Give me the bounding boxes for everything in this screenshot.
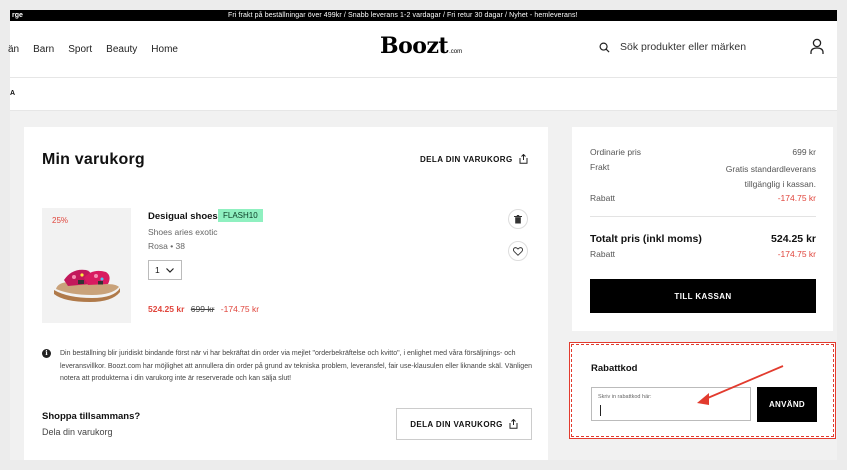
search-placeholder: Sök produkter eller märken — [620, 41, 747, 53]
nav-item-beauty[interactable]: Beauty — [106, 44, 137, 55]
discount-row-2: Rabatt -174.75 kr — [590, 249, 816, 259]
boozt-logo[interactable]: Boozt.com — [380, 33, 462, 59]
shop-together-subtitle: Dela din varukorg — [42, 427, 113, 437]
sub-header: A — [10, 78, 837, 111]
site-header: än Barn Sport Beauty Home Boozt.com Sök … — [8, 21, 837, 78]
product-name[interactable]: Shoes aries exotic — [148, 227, 217, 237]
total-value: 524.25 kr — [771, 233, 816, 245]
info-icon: i — [42, 349, 51, 358]
promo-input-placeholder: Skriv in rabattkod här: — [598, 394, 652, 400]
logo-suffix: .com — [449, 49, 463, 55]
share-cart-label: DELA DIN VARUKORG — [420, 154, 513, 164]
trash-icon — [514, 214, 522, 223]
price-row: 524.25 kr 699 kr -174.75 kr — [148, 304, 259, 314]
search-field[interactable]: Sök produkter eller märken — [599, 41, 746, 53]
text-caret — [600, 405, 601, 416]
order-info-text: Din beställning blir juridiskt bindande … — [60, 350, 532, 382]
shop-together-title: Shoppa tillsammans? — [42, 411, 141, 422]
chevron-down-icon — [165, 267, 174, 273]
shipping-row: Frakt Gratis standardleverans tillgängli… — [590, 162, 816, 192]
discount2-label: Rabatt — [590, 249, 616, 259]
ordinary-price-value: 699 kr — [792, 147, 816, 157]
shipping-value-line2: tillgänglig i kassan. — [744, 179, 816, 189]
checkout-button[interactable]: TILL KASSAN — [590, 279, 816, 313]
shipping-value: Gratis standardleverans tillgänglig i ka… — [726, 162, 816, 192]
shipping-label: Frakt — [590, 162, 610, 172]
discount2-value: -174.75 kr — [777, 249, 816, 259]
price-current: 524.25 kr — [148, 304, 185, 314]
quantity-value: 1 — [155, 265, 160, 275]
total-label: Totalt pris (inkl moms) — [590, 233, 702, 245]
sandal-image — [54, 269, 120, 302]
product-variant: Rosa • 38 — [148, 241, 185, 251]
share-icon — [509, 419, 518, 429]
shipping-value-line1: Gratis standardleverans — [725, 164, 816, 174]
price-original: 699 kr — [190, 304, 215, 314]
account-button[interactable] — [810, 38, 824, 60]
product-brand[interactable]: Desigual shoes — [148, 211, 218, 222]
order-summary: Ordinarie pris 699 kr Frakt Gratis stand… — [572, 127, 833, 331]
share-icon — [519, 154, 528, 164]
nav-item-partial[interactable]: än — [8, 44, 19, 55]
cart-title: Min varukorg — [42, 151, 145, 168]
cart-panel: Min varukorg DELA DIN VARUKORG 25% Desig… — [24, 127, 548, 460]
promo-code-panel: Rabattkod Skriv in rabattkod här: ANVÄND — [569, 342, 836, 439]
remove-item-button[interactable] — [508, 209, 528, 229]
page: rge Fri frakt på beställningar över 499k… — [0, 0, 847, 470]
promo-code-input[interactable]: Skriv in rabattkod här: — [591, 387, 751, 421]
share-cart-button-label: DELA DIN VARUKORG — [410, 419, 503, 429]
discount-value: -174.75 kr — [777, 193, 816, 203]
user-icon — [810, 38, 824, 54]
quantity-select[interactable]: 1 — [148, 260, 182, 280]
logo-text: Boozt — [380, 33, 449, 59]
sub-header-label: A — [10, 90, 16, 97]
ordinary-price-label: Ordinarie pris — [590, 147, 642, 157]
share-cart-link[interactable]: DELA DIN VARUKORG — [420, 154, 528, 164]
nav-item-sport[interactable]: Sport — [68, 44, 92, 55]
announcement-bar: rge Fri frakt på beställningar över 499k… — [10, 10, 837, 21]
apply-promo-button[interactable]: ANVÄND — [757, 387, 817, 422]
main-nav: än Barn Sport Beauty Home — [8, 21, 192, 78]
nav-item-barn[interactable]: Barn — [33, 44, 54, 55]
price-discount: -174.75 kr — [220, 304, 260, 314]
summary-divider — [590, 216, 816, 217]
order-info: i Din beställning blir juridiskt bindand… — [42, 348, 532, 386]
share-cart-button[interactable]: DELA DIN VARUKORG — [396, 408, 532, 440]
promo-tag: FLASH10 — [218, 209, 263, 222]
heart-icon — [513, 246, 523, 256]
announcement-left: rge — [12, 12, 23, 19]
announcement-text: Fri frakt på beställningar över 499kr / … — [228, 12, 578, 19]
ordinary-price-row: Ordinarie pris 699 kr — [590, 147, 816, 157]
discount-row: Rabatt -174.75 kr — [590, 193, 816, 203]
wishlist-button[interactable] — [508, 241, 528, 261]
search-icon — [599, 42, 610, 53]
nav-item-home[interactable]: Home — [151, 44, 178, 55]
discount-label: Rabatt — [590, 193, 616, 203]
product-image[interactable]: 25% — [42, 208, 131, 323]
promo-title: Rabattkod — [591, 363, 638, 374]
discount-badge: 25% — [52, 216, 69, 225]
